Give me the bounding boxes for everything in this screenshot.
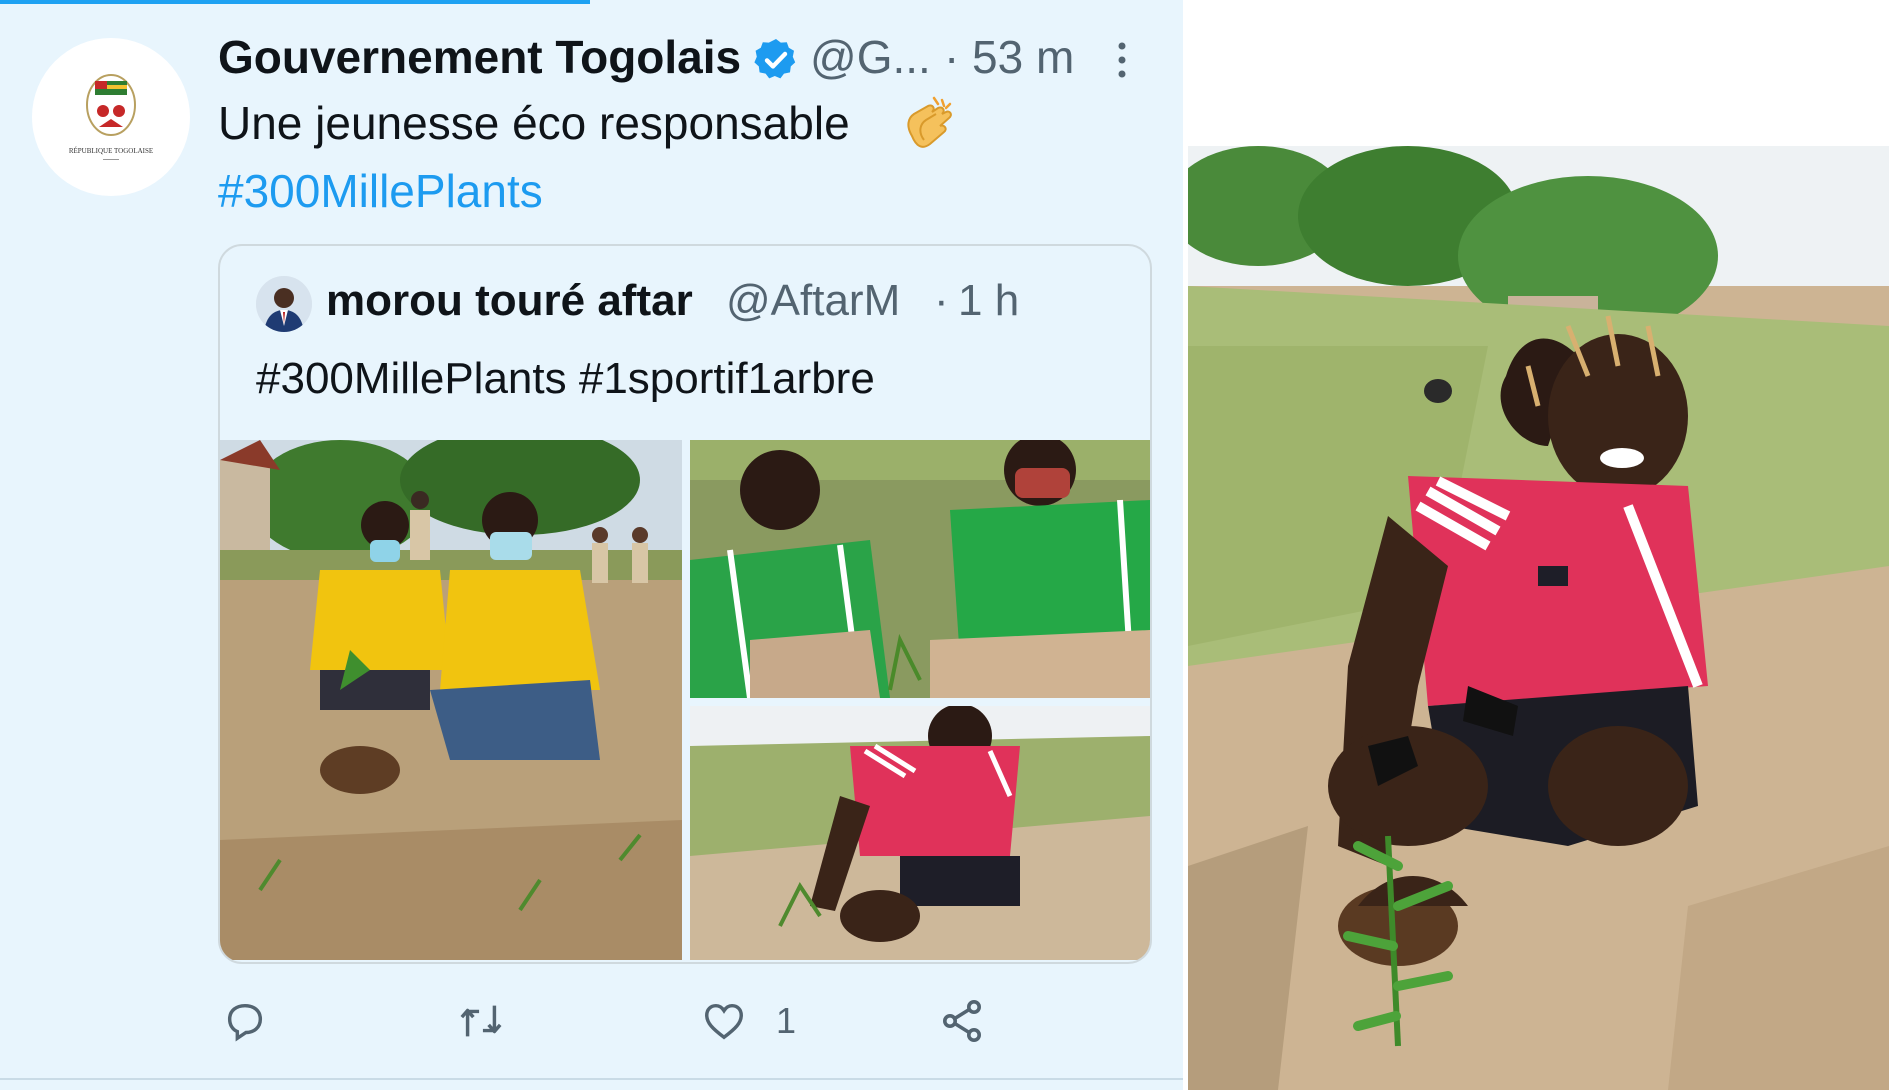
meta-separator: · — [944, 31, 960, 83]
boys-in-green-jerseys-photo[interactable] — [690, 440, 1150, 698]
girl-planting-tree-photo[interactable] — [690, 706, 1150, 960]
clapping-hands-icon — [907, 96, 952, 148]
retweet-icon — [460, 1005, 502, 1037]
progress-line — [0, 0, 590, 4]
author-name[interactable]: Gouvernement Togolais — [218, 30, 741, 84]
gov-avatar[interactable]: RÉPUBLIQUE TOGOLAISE — [32, 38, 190, 196]
share-icon — [943, 1000, 981, 1042]
like-button[interactable]: 1 — [700, 996, 796, 1046]
quoted-tweet-time[interactable]: 1 h — [958, 276, 1019, 326]
girl-planting-tree-large-photo — [1188, 146, 1889, 1090]
tweet-hashtag[interactable]: #300MillePlants — [218, 164, 543, 218]
reply-button[interactable] — [222, 996, 268, 1046]
tweet-divider — [0, 1078, 1183, 1080]
share-button[interactable] — [938, 996, 986, 1046]
quoted-author-handle[interactable]: @AftarM — [726, 276, 900, 326]
quoted-tweet-text: #300MillePlants #1sportif1arbre — [256, 354, 875, 403]
author-handle[interactable]: @G... — [810, 30, 931, 84]
boys-planting-tree-photo[interactable] — [220, 440, 682, 960]
quoted-meta-separator: · — [934, 276, 949, 325]
person-icon — [256, 276, 312, 332]
retweet-button[interactable] — [456, 996, 506, 1046]
quoted-author-avatar[interactable] — [256, 276, 312, 332]
tweet-time[interactable]: 53 m — [972, 30, 1074, 84]
coat-of-arms-icon: RÉPUBLIQUE TOGOLAISE — [69, 74, 153, 160]
like-icon — [705, 1003, 743, 1040]
tweet-panel: RÉPUBLIQUE TOGOLAISE Gouvernement Togola… — [0, 0, 1183, 1090]
quoted-tweet[interactable]: morou touré aftar @AftarM · 1 h #300Mill… — [218, 244, 1152, 964]
reply-icon — [227, 1003, 263, 1042]
tweet-text: Une jeunesse éco responsable — [218, 97, 850, 149]
verified-badge-icon — [754, 39, 796, 79]
like-count: 1 — [776, 1000, 797, 1041]
more-options-icon[interactable] — [1112, 40, 1132, 80]
quoted-author-name[interactable]: morou touré aftar — [326, 276, 693, 326]
avatar-caption: RÉPUBLIQUE TOGOLAISE — [69, 147, 153, 155]
